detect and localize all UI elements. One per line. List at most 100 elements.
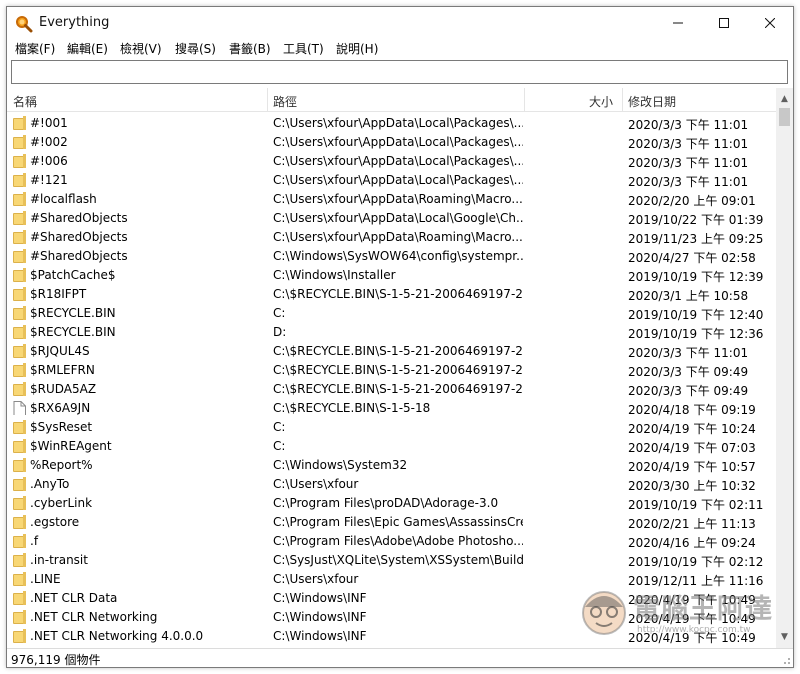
search-input[interactable] [11,60,788,84]
result-row[interactable]: #SharedObjects C:\Windows\SysWOW64\config… [7,247,776,266]
result-modified-date: 2020/4/19 下午 10:24 [628,422,756,436]
menu-bookmarks[interactable]: 書籤(B) [229,40,271,57]
result-modified-date: 2019/10/19 下午 02:11 [628,498,764,512]
result-path: C:\Windows\INF [273,591,367,605]
result-name: .LINE [30,572,61,586]
result-row[interactable]: $WinREAgent C: 2020/4/19 下午 07:03 [7,437,776,456]
result-row[interactable]: #!006 C:\Users\xfour\AppData\Local\Packag… [7,152,776,171]
menu-edit[interactable]: 編輯(E) [67,40,108,57]
result-name: .AnyTo [30,477,70,491]
result-path: C:\$RECYCLE.BIN\S-1-5-18 [273,401,431,415]
result-modified-date: 2020/4/19 下午 10:49 [628,631,756,645]
result-path: C:\$RECYCLE.BIN\S-1-5-21-2006469197-2... [273,287,523,301]
result-row[interactable]: .LINE C:\Users\xfour 2019/12/11 上午 11:16 [7,570,776,589]
maximize-button[interactable] [701,7,747,38]
column-divider[interactable] [622,88,623,112]
result-row[interactable]: .in-transit C:\SysJust\XQLite\System\XSSy… [7,551,776,570]
result-name: #localflash [30,192,97,206]
close-button[interactable] [747,7,793,38]
result-path: C:\$RECYCLE.BIN\S-1-5-21-2006469197-2... [273,363,523,377]
menu-file[interactable]: 檔案(F) [15,40,55,57]
column-divider[interactable] [524,88,525,112]
menu-help[interactable]: 說明(H) [336,40,378,57]
result-row[interactable]: $RUDA5AZ C:\$RECYCLE.BIN\S-1-5-21-2006469… [7,380,776,399]
scroll-up-arrow-icon[interactable]: ▲ [776,90,793,107]
folder-icon [13,363,27,377]
result-name: #SharedObjects [30,249,128,263]
result-row[interactable]: $RECYCLE.BIN C: 2019/10/19 下午 12:40 [7,304,776,323]
everything-window: Everything 檔案(F) 編輯(E) 檢視(V) 搜尋(S) 書籤(B)… [6,6,794,668]
column-divider[interactable] [267,88,268,112]
result-row[interactable]: $RMLEFRN C:\$RECYCLE.BIN\S-1-5-21-2006469… [7,361,776,380]
scroll-thumb[interactable] [779,108,790,126]
minimize-icon [673,22,683,23]
folder-icon [13,192,27,206]
close-icon [765,17,775,28]
result-modified-date: 2019/12/11 上午 11:16 [628,574,764,588]
result-row[interactable]: $RJQUL4S C:\$RECYCLE.BIN\S-1-5-21-2006469… [7,342,776,361]
result-row[interactable]: #!121 C:\Users\xfour\AppData\Local\Packag… [7,171,776,190]
result-name: $PatchCache$ [30,268,116,282]
title-bar[interactable]: Everything [7,7,793,38]
result-modified-date: 2020/4/19 下午 10:49 [628,612,756,626]
menu-search[interactable]: 搜尋(S) [175,40,216,57]
result-row[interactable]: $SysReset C: 2020/4/19 下午 10:24 [7,418,776,437]
result-row[interactable]: #!002 C:\Users\xfour\AppData\Local\Packag… [7,133,776,152]
column-header-path[interactable]: 路徑 [273,93,297,110]
folder-icon [13,458,27,472]
result-name: .f [30,534,39,548]
result-path: C:\Program Files\Epic Games\AssassinsCre… [273,515,523,529]
column-header-row: 名稱 路徑 大小 修改日期 [7,88,776,112]
result-row[interactable]: $RX6A9JN C:\$RECYCLE.BIN\S-1-5-18 2020/4/1… [7,399,776,418]
result-row[interactable]: #localflash C:\Users\xfour\AppData\Roamin… [7,190,776,209]
result-name: .cyberLink [30,496,93,510]
result-row[interactable]: .NET CLR Networking 4.0.0.0 C:\Windows\IN… [7,627,776,646]
result-row[interactable]: #SharedObjects C:\Users\xfour\AppData\Loc… [7,209,776,228]
result-row[interactable]: .NET CLR Networking C:\Windows\INF 2020/4/… [7,608,776,627]
result-row[interactable]: $R18IFPT C:\$RECYCLE.BIN\S-1-5-21-2006469… [7,285,776,304]
menu-tools[interactable]: 工具(T) [283,40,324,57]
result-modified-date: 2020/3/1 上午 10:58 [628,289,749,303]
column-header-name[interactable]: 名稱 [13,93,37,110]
folder-icon [13,534,27,548]
folder-icon [13,249,27,263]
resize-grip-icon[interactable] [781,655,791,665]
folder-icon [13,610,27,624]
result-modified-date: 2019/10/19 下午 02:12 [628,555,764,569]
folder-icon [13,572,27,586]
minimize-button[interactable] [655,7,701,38]
scroll-down-arrow-icon[interactable]: ▼ [776,628,793,645]
result-name: $RJQUL4S [30,344,90,358]
result-row[interactable]: #!001 C:\Users\xfour\AppData\Local\Packag… [7,114,776,133]
result-modified-date: 2020/4/19 下午 07:03 [628,441,756,455]
folder-icon [13,477,27,491]
folder-icon [13,553,27,567]
result-row[interactable]: .cyberLink C:\Program Files\proDAD\Adorag… [7,494,776,513]
result-modified-date: 2019/10/19 下午 12:39 [628,270,764,284]
menu-view[interactable]: 檢視(V) [120,40,162,57]
maximize-icon [719,17,729,28]
folder-icon [13,154,27,168]
result-modified-date: 2020/3/3 下午 11:01 [628,118,749,132]
result-name: $SysReset [30,420,93,434]
result-row[interactable]: .egstore C:\Program Files\Epic Games\Assa… [7,513,776,532]
result-row[interactable]: $PatchCache$ C:\Windows\Installer 2019/10/… [7,266,776,285]
result-name: $RECYCLE.BIN [30,306,116,320]
result-row[interactable]: #SharedObjects C:\Users\xfour\AppData\Roa… [7,228,776,247]
result-row[interactable]: .f C:\Program Files\Adobe\Adobe Photosho.… [7,532,776,551]
result-row[interactable]: %Report% C:\Windows\System32 2020/4/19 下午 … [7,456,776,475]
result-row[interactable]: $RECYCLE.BIN D: 2019/10/19 下午 12:36 [7,323,776,342]
result-row[interactable]: .AnyTo C:\Users\xfour 2020/3/30 上午 10:32 [7,475,776,494]
vertical-scrollbar[interactable]: ▲ ▼ [776,88,793,648]
result-name: .NET CLR Networking [30,610,158,624]
result-modified-date: 2019/10/19 下午 12:36 [628,327,764,341]
result-row[interactable]: .NET CLR Data C:\Windows\INF 2020/4/19 下午 … [7,589,776,608]
result-modified-date: 2019/11/23 上午 09:25 [628,232,764,246]
column-header-modified[interactable]: 修改日期 [628,93,676,110]
column-header-size[interactable]: 大小 [589,93,613,110]
result-modified-date: 2020/3/30 上午 10:32 [628,479,756,493]
folder-icon [13,439,27,453]
result-name: #SharedObjects [30,211,128,225]
result-path: C:\Windows\System32 [273,458,408,472]
result-path: C:\Users\xfour\AppData\Local\Packages\..… [273,116,523,130]
